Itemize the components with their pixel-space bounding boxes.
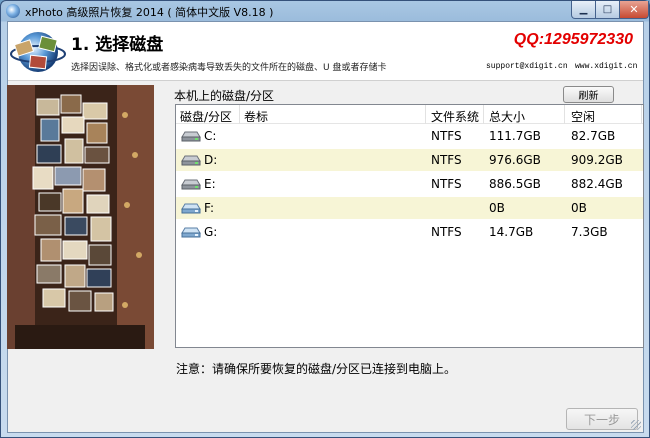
step-description: 选择因误除、格式化或者感染病毒导致丢失的文件所在的磁盘、U 盘或者存储卡 bbox=[71, 63, 387, 73]
table-row[interactable]: C: NTFS 111.7GB 82.7GB bbox=[176, 125, 643, 147]
qq-contact: QQ:1295972330 bbox=[513, 31, 633, 48]
disk-list-label: 本机上的磁盘/分区 bbox=[174, 89, 275, 103]
app-window: xPhoto 高级照片恢复 2014 ( 简体中文版 V8.18 ) ▁ □ ✕ bbox=[0, 0, 650, 438]
table-row[interactable]: E: NTFS 886.5GB 882.4GB bbox=[176, 173, 643, 195]
column-divider[interactable] bbox=[641, 105, 642, 124]
photo-collage-image bbox=[7, 85, 154, 349]
total-size: 14.7GB bbox=[489, 225, 534, 239]
app-globe-icon bbox=[6, 4, 20, 18]
hard-drive-icon bbox=[181, 179, 201, 190]
free-space: 82.7GB bbox=[571, 129, 616, 143]
hard-drive-icon bbox=[181, 155, 201, 166]
drive-letter: D: bbox=[204, 153, 218, 167]
column-header-free[interactable]: 空闲 bbox=[571, 108, 595, 125]
file-system: NTFS bbox=[431, 177, 462, 191]
file-system: NTFS bbox=[431, 153, 462, 167]
header: 1. 选择磁盘 选择因误除、格式化或者感染病毒导致丢失的文件所在的磁盘、U 盘或… bbox=[8, 22, 643, 80]
column-divider[interactable] bbox=[564, 105, 565, 124]
removable-drive-icon bbox=[181, 227, 201, 238]
total-size: 886.5GB bbox=[489, 177, 541, 191]
total-size: 0B bbox=[489, 201, 505, 215]
resize-grip-icon[interactable] bbox=[631, 420, 641, 430]
drive-letter: G: bbox=[204, 225, 218, 239]
free-space: 0B bbox=[571, 201, 587, 215]
column-divider[interactable] bbox=[483, 105, 484, 124]
free-space: 7.3GB bbox=[571, 225, 608, 239]
website-link: www.xdigit.cn bbox=[575, 62, 638, 71]
table-row[interactable]: D: NTFS 976.6GB 909.2GB bbox=[176, 149, 643, 171]
column-divider[interactable] bbox=[425, 105, 426, 124]
connection-note: 注意：请确保所要恢复的磁盘/分区已连接到电脑上。 bbox=[176, 362, 457, 376]
free-space: 909.2GB bbox=[571, 153, 623, 167]
hard-drive-icon bbox=[181, 131, 201, 142]
photo-recovery-logo-icon bbox=[10, 32, 66, 72]
title-bar[interactable]: xPhoto 高级照片恢复 2014 ( 简体中文版 V8.18 ) ▁ □ ✕ bbox=[1, 1, 649, 21]
window-title: xPhoto 高级照片恢复 2014 ( 简体中文版 V8.18 ) bbox=[25, 6, 274, 19]
main-panel: 1. 选择磁盘 选择因误除、格式化或者感染病毒导致丢失的文件所在的磁盘、U 盘或… bbox=[7, 21, 644, 433]
total-size: 976.6GB bbox=[489, 153, 541, 167]
column-header-filesystem[interactable]: 文件系统 bbox=[431, 108, 479, 125]
step-title: 1. 选择磁盘 bbox=[71, 35, 164, 55]
content-area: 本机上的磁盘/分区 刷新 磁盘/分区 卷标 文件系统 总大小 空闲 C: NTF… bbox=[7, 80, 644, 432]
close-button[interactable]: ✕ bbox=[619, 1, 649, 19]
removable-drive-icon bbox=[181, 203, 201, 214]
drive-letter: F: bbox=[204, 201, 215, 215]
next-step-button[interactable]: 下一步 bbox=[566, 408, 638, 430]
column-header-total-size[interactable]: 总大小 bbox=[489, 108, 525, 125]
table-row[interactable]: G: NTFS 14.7GB 7.3GB bbox=[176, 221, 643, 243]
table-row[interactable]: F: 0B 0B bbox=[176, 197, 643, 219]
free-space: 882.4GB bbox=[571, 177, 623, 191]
drive-letter: C: bbox=[204, 129, 217, 143]
total-size: 111.7GB bbox=[489, 129, 541, 143]
column-header-volume[interactable]: 卷标 bbox=[244, 108, 268, 125]
maximize-button[interactable]: □ bbox=[595, 1, 620, 19]
support-email: support@xdigit.cn bbox=[486, 62, 568, 71]
drive-letter: E: bbox=[204, 177, 216, 191]
minimize-button[interactable]: ▁ bbox=[571, 1, 596, 19]
column-header-drive[interactable]: 磁盘/分区 bbox=[180, 108, 232, 125]
disk-list-header: 磁盘/分区 卷标 文件系统 总大小 空闲 bbox=[176, 105, 643, 125]
refresh-button[interactable]: 刷新 bbox=[563, 86, 614, 103]
column-divider[interactable] bbox=[239, 105, 240, 124]
file-system: NTFS bbox=[431, 225, 462, 239]
file-system: NTFS bbox=[431, 129, 462, 143]
disk-list[interactable]: 磁盘/分区 卷标 文件系统 总大小 空闲 C: NTFS 111.7GB 82.… bbox=[175, 104, 644, 348]
